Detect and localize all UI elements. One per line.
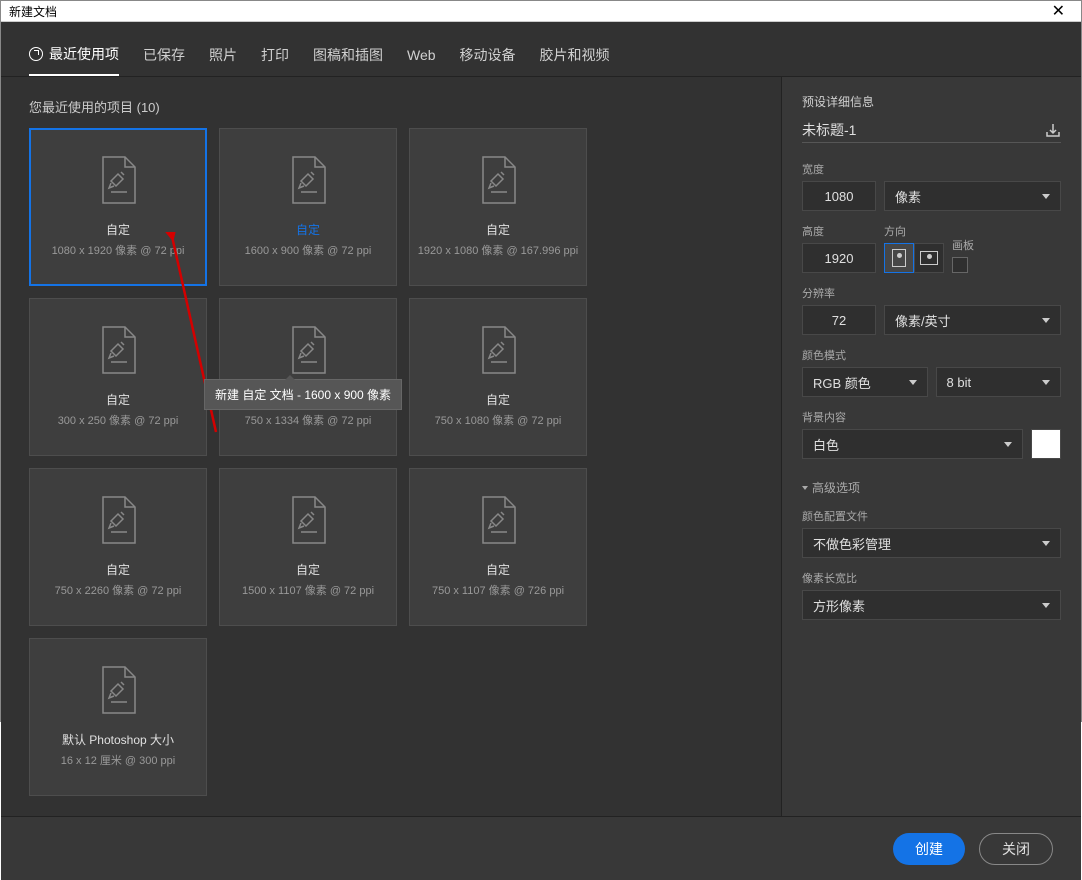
preset-card[interactable]: 自定 1080 x 1920 像素 @ 72 ppi: [29, 128, 207, 286]
preset-name: 自定: [486, 221, 510, 238]
width-input[interactable]: [802, 181, 876, 211]
close-icon[interactable]: ✕: [1044, 1, 1073, 21]
tab-web[interactable]: Web: [407, 37, 436, 73]
chevron-down-icon: [1042, 603, 1050, 608]
height-input[interactable]: [802, 243, 876, 273]
tab-print[interactable]: 打印: [261, 35, 289, 75]
artboard-checkbox[interactable]: [952, 257, 968, 273]
tab-film[interactable]: 胶片和视频: [540, 35, 610, 75]
chevron-down-icon: [1042, 194, 1050, 199]
color-mode-dropdown[interactable]: RGB 颜色: [802, 367, 928, 397]
chevron-down-icon: [1042, 380, 1050, 385]
chevron-down-icon: [802, 486, 808, 490]
advanced-toggle[interactable]: 高级选项: [802, 479, 1061, 496]
preset-name: 自定: [296, 561, 320, 578]
preset-panel: 您最近使用的项目 (10) 自定1080 x 1920 像素 @ 72 ppi自…: [1, 77, 781, 816]
preset-desc: 1500 x 1107 像素 @ 72 ppi: [236, 584, 380, 598]
preset-desc: 300 x 250 像素 @ 72 ppi: [52, 414, 185, 428]
preset-desc: 16 x 12 厘米 @ 300 ppi: [55, 754, 182, 768]
chevron-down-icon: [1042, 541, 1050, 546]
width-label: 宽度: [802, 161, 1061, 177]
aspect-label: 像素长宽比: [802, 570, 1061, 586]
preset-desc: 750 x 1080 像素 @ 72 ppi: [429, 414, 568, 428]
tab-photo[interactable]: 照片: [209, 35, 237, 75]
preset-card[interactable]: 自定750 x 1334 像素 @ 72 ppi: [219, 298, 397, 456]
resolution-unit-dropdown[interactable]: 像素/英寸: [884, 305, 1061, 335]
profile-label: 颜色配置文件: [802, 508, 1061, 524]
tooltip: 新建 自定 文档 - 1600 x 900 像素: [204, 379, 402, 410]
titlebar: 新建文档 ✕: [1, 1, 1081, 22]
orientation-landscape[interactable]: [914, 243, 944, 273]
preset-desc: 1920 x 1080 像素 @ 167.996 ppi: [412, 244, 584, 258]
orientation-portrait[interactable]: [884, 243, 914, 273]
profile-dropdown[interactable]: 不做色彩管理: [802, 528, 1061, 558]
chevron-down-icon: [909, 380, 917, 385]
preset-card[interactable]: 自定 1500 x 1107 像素 @ 72 ppi: [219, 468, 397, 626]
tab-art[interactable]: 图稿和插图: [313, 35, 383, 75]
chevron-down-icon: [1004, 442, 1012, 447]
preset-desc: 750 x 2260 像素 @ 72 ppi: [49, 584, 188, 598]
preset-name: 自定: [486, 561, 510, 578]
resolution-input[interactable]: [802, 305, 876, 335]
preset-name: 自定: [106, 391, 130, 408]
tab-recent[interactable]: 最近使用项: [29, 34, 119, 76]
save-preset-icon[interactable]: [1045, 122, 1061, 138]
section-title: 您最近使用的项目 (10): [29, 97, 753, 116]
preset-card[interactable]: 自定 750 x 2260 像素 @ 72 ppi: [29, 468, 207, 626]
dialog-title: 新建文档: [9, 3, 57, 20]
chevron-down-icon: [1042, 318, 1050, 323]
width-unit-dropdown[interactable]: 像素: [884, 181, 1061, 211]
preset-name: 自定: [296, 221, 320, 238]
bg-label: 背景内容: [802, 409, 1061, 425]
aspect-dropdown[interactable]: 方形像素: [802, 590, 1061, 620]
clock-icon: [29, 47, 43, 61]
tab-mobile[interactable]: 移动设备: [460, 35, 516, 75]
preset-card[interactable]: 自定 1920 x 1080 像素 @ 167.996 ppi: [409, 128, 587, 286]
preset-card[interactable]: 默认 Photoshop 大小 16 x 12 厘米 @ 300 ppi: [29, 638, 207, 796]
resolution-label: 分辨率: [802, 285, 1061, 301]
artboard-label: 画板: [952, 237, 974, 253]
height-label: 高度: [802, 223, 876, 239]
tab-saved[interactable]: 已保存: [143, 35, 185, 75]
create-button[interactable]: 创建: [893, 833, 965, 865]
preset-desc: 750 x 1107 像素 @ 726 ppi: [426, 584, 570, 598]
close-button[interactable]: 关闭: [979, 833, 1053, 865]
details-title: 预设详细信息: [802, 93, 1061, 110]
preset-card[interactable]: 自定 300 x 250 像素 @ 72 ppi: [29, 298, 207, 456]
details-panel: 预设详细信息 宽度 像素 高度 方向: [781, 77, 1081, 816]
bg-dropdown[interactable]: 白色: [802, 429, 1023, 459]
bg-color-swatch[interactable]: [1031, 429, 1061, 459]
doc-name-input[interactable]: [802, 122, 1037, 138]
preset-name: 默认 Photoshop 大小: [62, 731, 174, 748]
footer: 创建 关闭: [1, 816, 1081, 880]
preset-card[interactable]: 自定 750 x 1080 像素 @ 72 ppi: [409, 298, 587, 456]
preset-desc: 1080 x 1920 像素 @ 72 ppi: [46, 244, 191, 258]
bit-depth-dropdown[interactable]: 8 bit: [936, 367, 1062, 397]
preset-desc: 1600 x 900 像素 @ 72 ppi: [239, 244, 378, 258]
preset-desc: 750 x 1334 像素 @ 72 ppi: [239, 414, 378, 428]
preset-name: 自定: [486, 391, 510, 408]
preset-name: 自定: [106, 221, 130, 238]
orientation-label: 方向: [884, 223, 944, 239]
tabbar: 最近使用项 已保存 照片 打印 图稿和插图 Web 移动设备 胶片和视频: [1, 22, 1081, 77]
color-mode-label: 颜色模式: [802, 347, 1061, 363]
preset-card[interactable]: 自定 750 x 1107 像素 @ 726 ppi: [409, 468, 587, 626]
preset-name: 自定: [106, 561, 130, 578]
preset-card[interactable]: 自定 1600 x 900 像素 @ 72 ppi: [219, 128, 397, 286]
